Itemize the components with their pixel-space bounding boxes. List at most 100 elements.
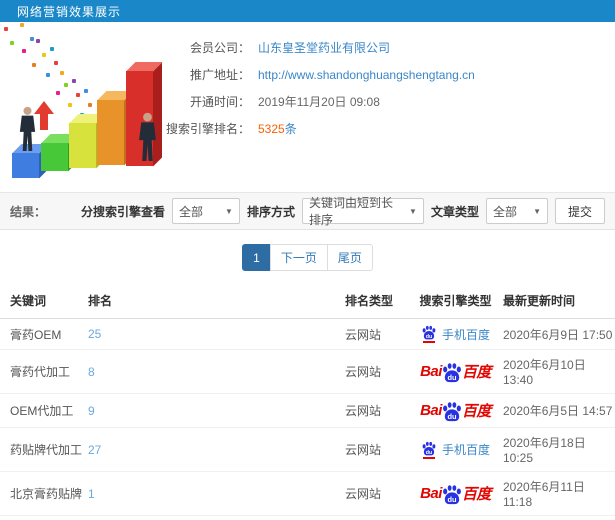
- mobile-baidu-label: 手机百度: [441, 443, 490, 457]
- company-link[interactable]: 山东皇圣堂药业有限公司: [258, 39, 390, 56]
- page-next-button[interactable]: 下一页: [269, 244, 328, 271]
- col-rank: 排名: [88, 283, 345, 319]
- rank-link[interactable]: 1: [88, 487, 95, 501]
- chevron-down-icon: ▼: [409, 206, 417, 216]
- account-fields: 会员公司： 山东皇圣堂药业有限公司 推广地址： http://www.shand…: [120, 34, 615, 142]
- rank-type-cell: 云网站: [345, 318, 408, 350]
- svg-text:du: du: [426, 449, 432, 455]
- baidu-logo-bai: Bai: [420, 363, 442, 380]
- svg-text:du: du: [447, 373, 457, 382]
- submit-button[interactable]: 提交: [554, 198, 605, 224]
- promotion-url-link[interactable]: http://www.shandonghuangshengtang.cn: [258, 68, 475, 82]
- col-rank-type: 排名类型: [345, 283, 408, 319]
- field-opened: 开通时间： 2019年11月20日 09:08: [120, 88, 615, 115]
- mobile-baidu-underline: [422, 341, 435, 343]
- keyword-cell: 膏药代加工: [0, 349, 88, 394]
- table-header-row: 关键词 排名 排名类型 搜索引擎类型 最新更新时间: [0, 283, 615, 319]
- baidu-logo-cn: 百度: [461, 403, 492, 420]
- rank-type-cell: 云网站: [345, 515, 408, 520]
- col-updated: 最新更新时间: [503, 283, 615, 319]
- updated-cell: 2020年6月18日 10:25: [503, 427, 615, 472]
- chevron-down-icon: ▼: [533, 206, 541, 216]
- engine-cell: Bai du 百度: [408, 471, 503, 516]
- mobile-baidu-paw-icon: du: [421, 441, 437, 459]
- baidu-logo: Bai du 百度: [420, 483, 492, 505]
- table-row: 膏药代加工 8 云网站 Bai du 百度 2020年6月10日 13:40: [0, 349, 615, 394]
- page-header: 网络营销效果展示: [0, 0, 615, 22]
- baidu-logo-cn: 百度: [461, 364, 492, 381]
- rank-type-cell: 云网站: [345, 471, 408, 516]
- chevron-down-icon: ▼: [225, 206, 233, 216]
- keyword-cell: 药贴牌代加工: [0, 427, 88, 472]
- page-title: 网络营销效果展示: [17, 4, 122, 19]
- article-type-label: 文章类型: [430, 204, 479, 219]
- sort-select[interactable]: 关键词由短到长排序 ▼: [301, 196, 424, 227]
- updated-cell: 2020年6月5日 14:57: [503, 393, 615, 428]
- baidu-logo-cn: 百度: [461, 486, 492, 503]
- businessman-left-icon: [17, 106, 38, 155]
- baidu-logo: Bai du 百度: [420, 400, 492, 422]
- field-rank-count: 搜索引擎排名： 5325条: [120, 115, 615, 142]
- keyword-cell: 枣庄膏药加工: [0, 515, 88, 520]
- engine-cell: du 手机百度: [408, 427, 503, 472]
- rank-cell: 1: [88, 471, 345, 516]
- col-engine-type: 搜索引擎类型: [408, 283, 503, 319]
- rank-link[interactable]: 8: [88, 365, 95, 379]
- col-keyword: 关键词: [0, 283, 88, 319]
- engine-view-selected: 全部: [178, 204, 203, 219]
- sort-label: 排序方式: [246, 204, 295, 219]
- rank-cell: 1,4,6: [88, 515, 345, 520]
- company-label: 会员公司：: [189, 41, 250, 55]
- mobile-baidu-badge: du 手机百度: [421, 325, 490, 343]
- rank-cell: 27: [88, 427, 345, 472]
- keyword-cell: OEM代加工: [0, 393, 88, 428]
- opened-label: 开通时间：: [189, 95, 250, 109]
- page-current[interactable]: 1: [242, 244, 271, 271]
- mobile-baidu-badge: du 手机百度: [421, 441, 490, 459]
- svg-text:du: du: [447, 495, 457, 504]
- engine-cell: du 手机百度: [408, 318, 503, 350]
- keyword-cell: 北京膏药贴牌: [0, 471, 88, 516]
- account-info-section: 会员公司： 山东皇圣堂药业有限公司 推广地址： http://www.shand…: [0, 22, 615, 192]
- engine-cell: Bai du 百度: [408, 393, 503, 428]
- pagination: 1 下一页 尾页: [242, 244, 373, 271]
- table-row: OEM代加工 9 云网站 Bai du 百度 2020年6月5日 14:57: [0, 393, 615, 428]
- result-label: 结果：: [10, 204, 47, 219]
- table-row: 枣庄膏药加工 1,4,6 云网站 du 手机百度 2020年6月18日 10:1…: [0, 515, 615, 520]
- page-last-button[interactable]: 尾页: [326, 244, 373, 271]
- svg-text:du: du: [426, 334, 432, 340]
- pagination-row: 1 下一页 尾页: [0, 230, 615, 283]
- baidu-logo-bai: Bai: [420, 485, 442, 502]
- rank-count-value: 5325条: [258, 120, 297, 137]
- baidu-logo-bai: Bai: [420, 402, 442, 419]
- engine-cell: Bai du 百度: [408, 349, 503, 394]
- article-type-select[interactable]: 全部 ▼: [485, 198, 548, 224]
- engine-view-select[interactable]: 全部 ▼: [171, 198, 240, 224]
- rank-count-label: 搜索引擎排名：: [165, 122, 250, 136]
- baidu-logo: Bai du 百度: [420, 361, 492, 383]
- rank-link[interactable]: 9: [88, 404, 95, 418]
- results-table: 关键词 排名 排名类型 搜索引擎类型 最新更新时间 膏药OEM 25 云网站 d…: [0, 283, 615, 520]
- rank-count-number: 5325: [258, 122, 285, 136]
- confetti-decoration: [4, 27, 8, 31]
- table-row: 北京膏药贴牌 1 云网站 Bai du 百度 2020年6月11日 11:18: [0, 471, 615, 516]
- baidu-paw-icon: du: [442, 363, 461, 383]
- baidu-paw-icon: du: [442, 402, 461, 422]
- updated-cell: 2020年6月11日 11:18: [503, 471, 615, 516]
- updated-cell: 2020年6月18日 10:19: [503, 515, 615, 520]
- rank-count-unit: 条: [284, 122, 297, 136]
- rank-type-cell: 云网站: [345, 393, 408, 428]
- updated-cell: 2020年6月9日 17:50: [503, 318, 615, 350]
- engine-cell: du 手机百度: [408, 515, 503, 520]
- rank-cell: 25: [88, 318, 345, 350]
- mobile-baidu-paw-icon: du: [421, 325, 437, 343]
- article-type-selected: 全部: [492, 204, 517, 219]
- rank-link[interactable]: 25: [88, 327, 101, 341]
- mobile-baidu-label: 手机百度: [441, 327, 490, 342]
- table-row: 药贴牌代加工 27 云网站 du 手机百度 2020年6月18日 10:25: [0, 427, 615, 472]
- sort-selected: 关键词由短到长排序: [308, 196, 393, 227]
- engine-view-label: 分搜索引擎查看: [80, 204, 165, 219]
- updated-cell: 2020年6月10日 13:40: [503, 349, 615, 394]
- rank-link[interactable]: 27: [88, 443, 101, 457]
- field-url: 推广地址： http://www.shandonghuangshengtang.…: [120, 61, 615, 88]
